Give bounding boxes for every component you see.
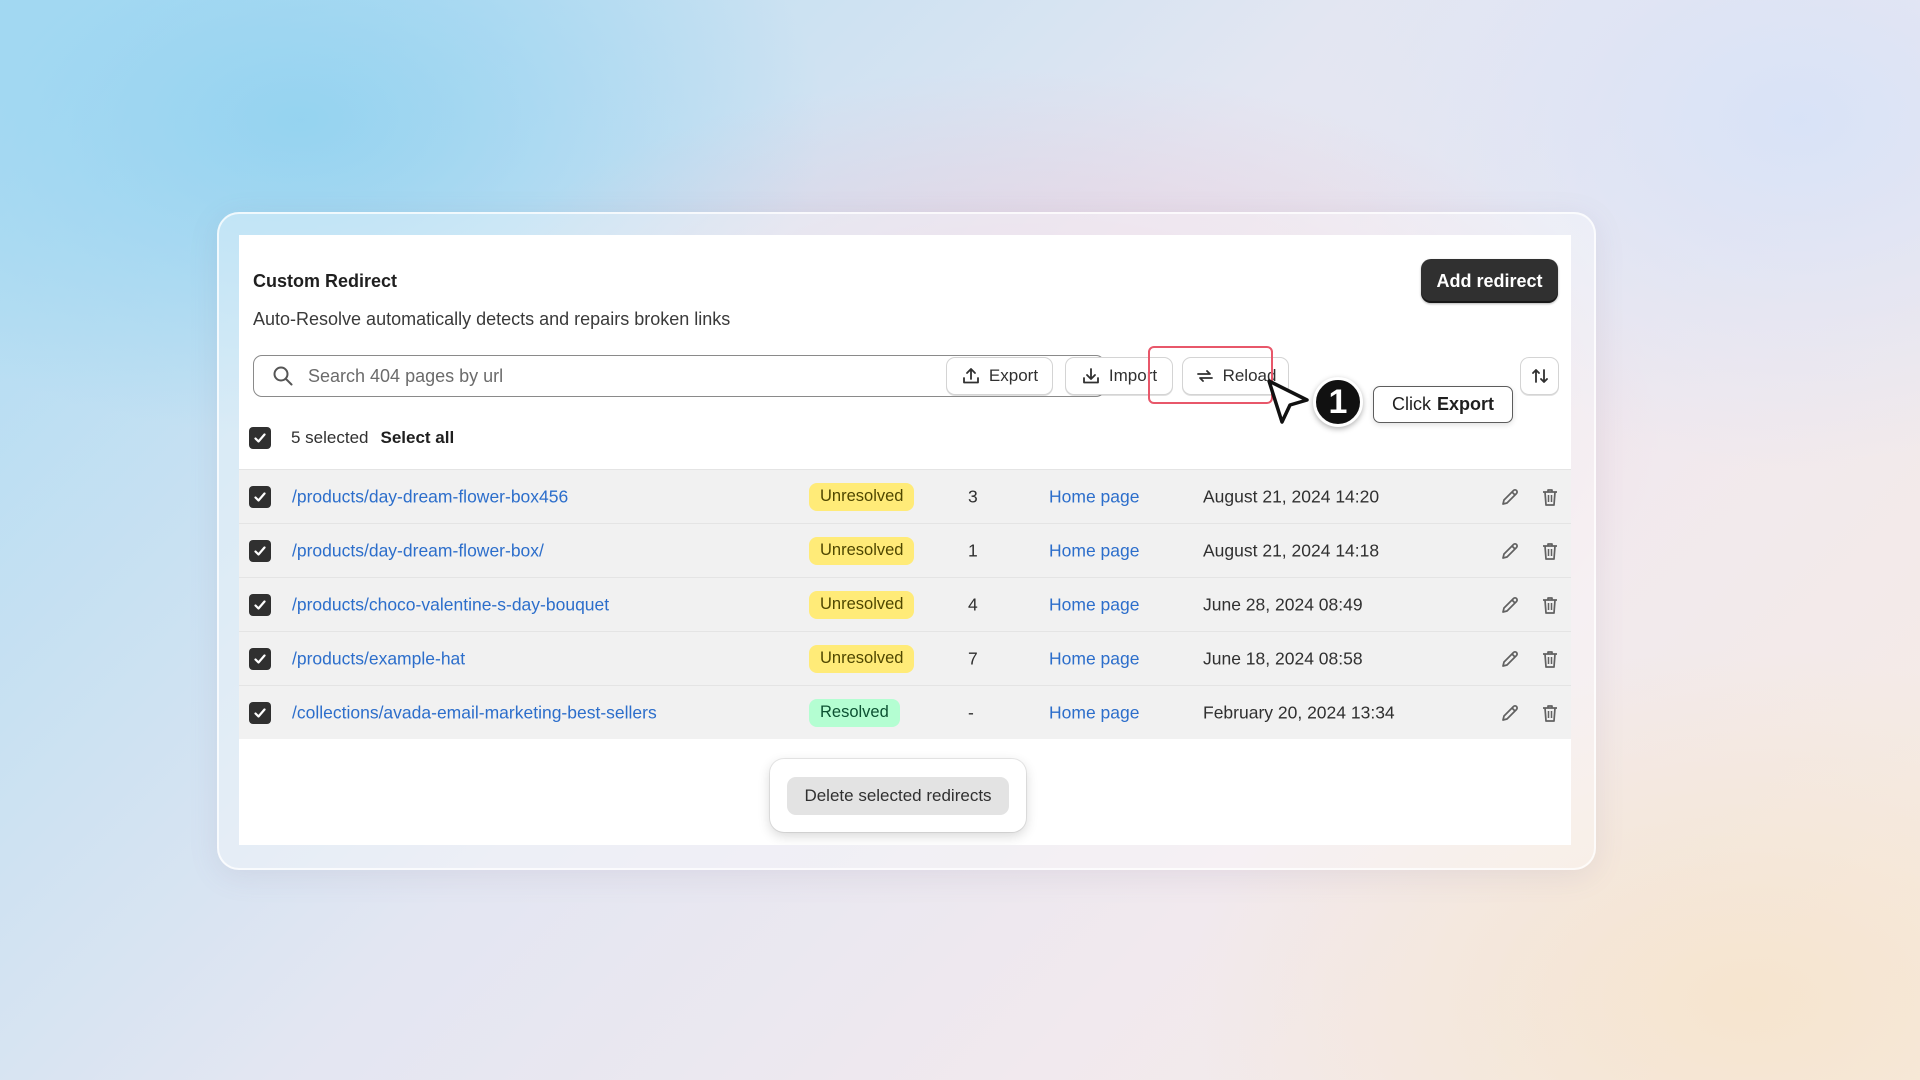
mouse-pointer-icon xyxy=(1267,379,1309,424)
download-icon xyxy=(1083,368,1099,384)
check-icon xyxy=(254,491,266,502)
trash-icon[interactable] xyxy=(1539,648,1561,670)
custom-redirect-card: Custom Redirect Auto-Resolve automatical… xyxy=(239,235,1571,845)
redirect-table: /products/day-dream-flower-box456 Unreso… xyxy=(239,469,1571,739)
export-highlight xyxy=(1148,346,1273,404)
redirect-url-link[interactable]: /products/choco-valentine-s-day-bouquet xyxy=(292,594,609,615)
select-all-link[interactable]: Select all xyxy=(381,428,455,448)
pencil-icon[interactable] xyxy=(1499,648,1521,670)
redirect-url-link[interactable]: /products/day-dream-flower-box456 xyxy=(292,486,568,507)
hit-count: 3 xyxy=(968,486,978,506)
pencil-icon[interactable] xyxy=(1499,594,1521,616)
tooltip-target: Export xyxy=(1437,394,1495,414)
sort-button[interactable] xyxy=(1520,357,1559,395)
last-seen-date: February 20, 2024 13:34 xyxy=(1203,702,1395,722)
redirect-target-link[interactable]: Home page xyxy=(1049,540,1139,561)
status-badge: Unresolved xyxy=(809,482,915,511)
selected-count: 5 selected xyxy=(291,427,369,447)
last-seen-date: August 21, 2024 14:20 xyxy=(1203,486,1380,506)
page-title: Custom Redirect xyxy=(253,271,398,291)
table-row[interactable]: /products/day-dream-flower-box/ Unresolv… xyxy=(239,523,1571,577)
redirect-target-link[interactable]: Home page xyxy=(1049,594,1139,615)
upload-icon xyxy=(963,368,979,384)
last-seen-date: June 28, 2024 08:49 xyxy=(1203,594,1363,614)
tooltip-prefix: Click xyxy=(1392,394,1431,414)
redirect-target-link[interactable]: Home page xyxy=(1049,702,1139,723)
row-checkbox[interactable] xyxy=(249,593,271,616)
row-checkbox[interactable] xyxy=(249,647,271,670)
selection-bar: 5 selected Select all xyxy=(239,416,1571,459)
redirect-target-link[interactable]: Home page xyxy=(1049,648,1139,669)
pencil-icon[interactable] xyxy=(1499,540,1521,562)
export-label: Export xyxy=(988,366,1039,385)
table-row[interactable]: /products/choco-valentine-s-day-bouquet … xyxy=(239,577,1571,631)
hit-count: 7 xyxy=(968,648,978,668)
status-badge: Unresolved xyxy=(809,644,915,673)
table-row[interactable]: /products/example-hat Unresolved 7 Home … xyxy=(239,631,1571,685)
pencil-icon[interactable] xyxy=(1499,702,1521,724)
redirect-target-link[interactable]: Home page xyxy=(1049,486,1139,507)
add-redirect-button[interactable]: Add redirect xyxy=(1421,259,1558,303)
check-icon xyxy=(254,707,266,718)
table-row[interactable]: /products/day-dream-flower-box456 Unreso… xyxy=(239,469,1571,523)
step-tooltip: Click Export xyxy=(1373,386,1514,423)
status-badge: Unresolved xyxy=(809,536,915,565)
table-row[interactable]: /collections/avada-email-marketing-best-… xyxy=(239,685,1571,739)
step-number-badge: 1 xyxy=(1313,377,1363,427)
redirect-url-link[interactable]: /products/day-dream-flower-box/ xyxy=(292,540,544,561)
row-checkbox[interactable] xyxy=(249,701,271,724)
trash-icon[interactable] xyxy=(1539,540,1561,562)
status-badge: Resolved xyxy=(809,698,900,727)
bulk-actions-popover: Delete selected redirects xyxy=(770,759,1026,832)
hit-count: 1 xyxy=(968,540,978,560)
row-checkbox[interactable] xyxy=(249,539,271,562)
check-icon xyxy=(254,599,266,610)
page-subtitle: Auto-Resolve automatically detects and r… xyxy=(253,309,731,329)
trash-icon[interactable] xyxy=(1539,486,1561,508)
search-icon xyxy=(272,365,294,387)
last-seen-date: August 21, 2024 14:18 xyxy=(1203,540,1380,560)
row-checkbox[interactable] xyxy=(249,485,271,508)
check-icon xyxy=(254,545,266,556)
trash-icon[interactable] xyxy=(1539,594,1561,616)
redirect-url-link[interactable]: /products/example-hat xyxy=(292,648,465,669)
pencil-icon[interactable] xyxy=(1499,486,1521,508)
delete-selected-button[interactable]: Delete selected redirects xyxy=(787,776,1009,815)
trash-icon[interactable] xyxy=(1539,702,1561,724)
check-icon xyxy=(254,653,266,664)
hit-count: - xyxy=(968,702,974,722)
sort-arrows-icon xyxy=(1531,369,1548,383)
export-button[interactable]: Export xyxy=(946,357,1053,395)
status-badge: Unresolved xyxy=(809,590,915,619)
check-icon xyxy=(254,432,266,443)
hit-count: 4 xyxy=(968,594,978,614)
select-all-checkbox[interactable] xyxy=(249,426,271,449)
redirect-url-link[interactable]: /collections/avada-email-marketing-best-… xyxy=(292,702,657,723)
last-seen-date: June 18, 2024 08:58 xyxy=(1203,648,1363,668)
